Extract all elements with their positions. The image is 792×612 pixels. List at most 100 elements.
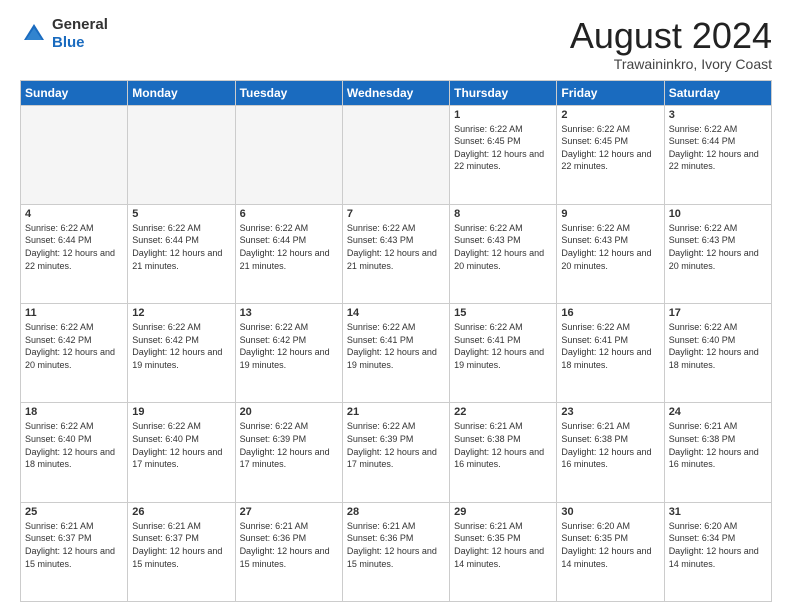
- day-cell: 9Sunrise: 6:22 AM Sunset: 6:43 PM Daylig…: [557, 204, 664, 303]
- day-cell: [21, 105, 128, 204]
- week-row-5: 25Sunrise: 6:21 AM Sunset: 6:37 PM Dayli…: [21, 502, 772, 601]
- day-number: 6: [240, 208, 338, 220]
- day-number: 15: [454, 307, 552, 319]
- col-sunday: Sunday: [21, 80, 128, 105]
- day-info: Sunrise: 6:21 AM Sunset: 6:37 PM Dayligh…: [132, 520, 230, 570]
- day-number: 13: [240, 307, 338, 319]
- day-info: Sunrise: 6:22 AM Sunset: 6:43 PM Dayligh…: [454, 222, 552, 272]
- day-cell: 8 Sunrise: 6:22 AM Sunset: 6:43 PM Daylig…: [450, 204, 557, 303]
- header: General Blue August 2024 Trawaininkro, I…: [20, 16, 772, 72]
- day-cell: 18 Sunrise: 6:22 AM Sunset: 6:40 PM Dayli…: [21, 403, 128, 502]
- day-info: Sunrise: 6:22 AM Sunset: 6:41 PM Dayligh…: [454, 321, 552, 371]
- day-info: Sunrise: 6:22 AM Sunset: 6:45 PM Dayligh…: [561, 123, 659, 173]
- col-monday: Monday: [128, 80, 235, 105]
- day-cell: [128, 105, 235, 204]
- day-cell: 19 Sunrise: 6:22 AM Sunset: 6:40 PM Dayli…: [128, 403, 235, 502]
- day-cell: 11 Sunrise: 6:22 AM Sunset: 6:42 PM Dayli…: [21, 304, 128, 403]
- day-cell: 1 Sunrise: 6:22 AM Sunset: 6:45 PM Daylig…: [450, 105, 557, 204]
- day-info: Sunrise: 6:22 AM Sunset: 6:44 PM Dayligh…: [669, 123, 767, 173]
- day-info: Sunrise: 6:21 AM Sunset: 6:37 PM Dayligh…: [25, 520, 123, 570]
- day-number: 19: [132, 406, 230, 418]
- day-info: Sunrise: 6:22 AM Sunset: 6:42 PM Dayligh…: [132, 321, 230, 371]
- day-info: Sunrise: 6:22 AM Sunset: 6:45 PM Dayligh…: [454, 123, 552, 173]
- calendar-table: Sunday Monday Tuesday Wednesday Thursday…: [20, 80, 772, 602]
- col-wednesday: Wednesday: [342, 80, 449, 105]
- day-info: Sunrise: 6:22 AM Sunset: 6:44 PM Dayligh…: [132, 222, 230, 272]
- week-row-4: 18 Sunrise: 6:22 AM Sunset: 6:40 PM Dayli…: [21, 403, 772, 502]
- col-friday: Friday: [557, 80, 664, 105]
- day-cell: 29Sunrise: 6:21 AM Sunset: 6:35 PM Dayli…: [450, 502, 557, 601]
- day-cell: 10 Sunrise: 6:22 AM Sunset: 6:43 PM Dayli…: [664, 204, 771, 303]
- week-row-3: 11 Sunrise: 6:22 AM Sunset: 6:42 PM Dayli…: [21, 304, 772, 403]
- day-number: 1: [454, 109, 552, 121]
- day-cell: 15 Sunrise: 6:22 AM Sunset: 6:41 PM Dayli…: [450, 304, 557, 403]
- day-info: Sunrise: 6:22 AM Sunset: 6:43 PM Dayligh…: [347, 222, 445, 272]
- day-number: 10: [669, 208, 767, 220]
- day-cell: 7 Sunrise: 6:22 AM Sunset: 6:43 PM Daylig…: [342, 204, 449, 303]
- page: General Blue August 2024 Trawaininkro, I…: [0, 0, 792, 612]
- day-number: 8: [454, 208, 552, 220]
- day-cell: 17 Sunrise: 6:22 AM Sunset: 6:40 PM Dayli…: [664, 304, 771, 403]
- day-number: 18: [25, 406, 123, 418]
- day-number: 21: [347, 406, 445, 418]
- day-info: Sunrise: 6:21 AM Sunset: 6:36 PM Dayligh…: [347, 520, 445, 570]
- day-info: Sunrise: 6:21 AM Sunset: 6:38 PM Dayligh…: [669, 420, 767, 470]
- col-tuesday: Tuesday: [235, 80, 342, 105]
- day-number: 27: [240, 506, 338, 518]
- day-info: Sunrise: 6:22 AM Sunset: 6:43 PM Dayligh…: [561, 222, 659, 272]
- day-number: 20: [240, 406, 338, 418]
- day-cell: [342, 105, 449, 204]
- day-number: 24: [669, 406, 767, 418]
- day-number: 7: [347, 208, 445, 220]
- day-cell: 4Sunrise: 6:22 AM Sunset: 6:44 PM Daylig…: [21, 204, 128, 303]
- logo: General Blue: [20, 16, 108, 52]
- day-info: Sunrise: 6:22 AM Sunset: 6:39 PM Dayligh…: [240, 420, 338, 470]
- day-cell: 5 Sunrise: 6:22 AM Sunset: 6:44 PM Daylig…: [128, 204, 235, 303]
- day-info: Sunrise: 6:22 AM Sunset: 6:42 PM Dayligh…: [240, 321, 338, 371]
- day-number: 11: [25, 307, 123, 319]
- day-number: 30: [561, 506, 659, 518]
- day-cell: 16Sunrise: 6:22 AM Sunset: 6:41 PM Dayli…: [557, 304, 664, 403]
- header-row: Sunday Monday Tuesday Wednesday Thursday…: [21, 80, 772, 105]
- day-cell: 6 Sunrise: 6:22 AM Sunset: 6:44 PM Daylig…: [235, 204, 342, 303]
- day-number: 12: [132, 307, 230, 319]
- day-number: 3: [669, 109, 767, 121]
- day-cell: 14Sunrise: 6:22 AM Sunset: 6:41 PM Dayli…: [342, 304, 449, 403]
- day-info: Sunrise: 6:21 AM Sunset: 6:36 PM Dayligh…: [240, 520, 338, 570]
- day-info: Sunrise: 6:22 AM Sunset: 6:40 PM Dayligh…: [132, 420, 230, 470]
- day-cell: 13 Sunrise: 6:22 AM Sunset: 6:42 PM Dayli…: [235, 304, 342, 403]
- day-number: 23: [561, 406, 659, 418]
- calendar-subtitle: Trawaininkro, Ivory Coast: [570, 56, 772, 72]
- logo-general-text: General: [52, 16, 108, 33]
- col-saturday: Saturday: [664, 80, 771, 105]
- day-info: Sunrise: 6:22 AM Sunset: 6:40 PM Dayligh…: [25, 420, 123, 470]
- day-info: Sunrise: 6:21 AM Sunset: 6:35 PM Dayligh…: [454, 520, 552, 570]
- day-info: Sunrise: 6:22 AM Sunset: 6:43 PM Dayligh…: [669, 222, 767, 272]
- day-number: 31: [669, 506, 767, 518]
- day-info: Sunrise: 6:22 AM Sunset: 6:40 PM Dayligh…: [669, 321, 767, 371]
- day-cell: 26 Sunrise: 6:21 AM Sunset: 6:37 PM Dayli…: [128, 502, 235, 601]
- day-info: Sunrise: 6:21 AM Sunset: 6:38 PM Dayligh…: [454, 420, 552, 470]
- day-cell: 31Sunrise: 6:20 AM Sunset: 6:34 PM Dayli…: [664, 502, 771, 601]
- day-number: 26: [132, 506, 230, 518]
- day-number: 4: [25, 208, 123, 220]
- day-number: 17: [669, 307, 767, 319]
- day-number: 14: [347, 307, 445, 319]
- day-number: 5: [132, 208, 230, 220]
- calendar-title: August 2024: [570, 16, 772, 56]
- logo-blue-text: Blue: [52, 34, 85, 51]
- title-block: August 2024 Trawaininkro, Ivory Coast: [570, 16, 772, 72]
- day-cell: [235, 105, 342, 204]
- day-cell: 22Sunrise: 6:21 AM Sunset: 6:38 PM Dayli…: [450, 403, 557, 502]
- week-row-2: 4 Sunrise: 6:22 AM Sunset: 6:44 PM Daylig…: [21, 204, 772, 303]
- day-cell: 27 Sunrise: 6:21 AM Sunset: 6:36 PM Dayli…: [235, 502, 342, 601]
- day-info: Sunrise: 6:22 AM Sunset: 6:44 PM Dayligh…: [240, 222, 338, 272]
- day-number: 16: [561, 307, 659, 319]
- day-info: Sunrise: 6:22 AM Sunset: 6:42 PM Dayligh…: [25, 321, 123, 371]
- day-cell: 3 Sunrise: 6:22 AM Sunset: 6:44 PM Daylig…: [664, 105, 771, 204]
- day-cell: 24 Sunrise: 6:21 AM Sunset: 6:38 PM Dayli…: [664, 403, 771, 502]
- logo-icon: [20, 20, 48, 48]
- day-info: Sunrise: 6:20 AM Sunset: 6:35 PM Dayligh…: [561, 520, 659, 570]
- day-cell: 12 Sunrise: 6:22 AM Sunset: 6:42 PM Dayli…: [128, 304, 235, 403]
- week-row-1: 1 Sunrise: 6:22 AM Sunset: 6:45 PM Daylig…: [21, 105, 772, 204]
